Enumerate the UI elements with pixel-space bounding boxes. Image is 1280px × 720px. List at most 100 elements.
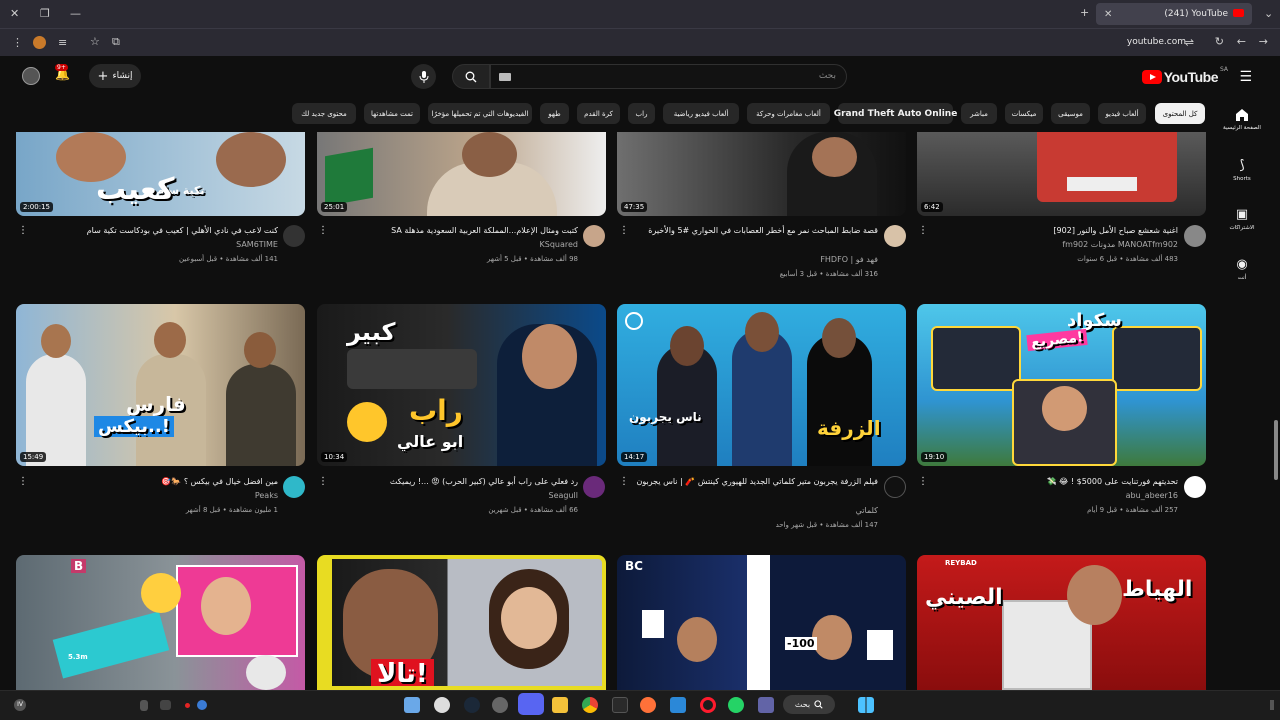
channel-avatar[interactable]	[884, 225, 906, 247]
video-thumbnail[interactable]: REYBAD الهياط الصيني	[917, 555, 1206, 690]
page-scrollbar[interactable]	[1274, 420, 1278, 480]
profile-icon[interactable]	[33, 36, 46, 49]
youtube-logo[interactable]: YouTube SA	[1141, 66, 1228, 85]
site-settings-icon[interactable]: ⇌	[1185, 37, 1194, 48]
chip-cooking[interactable]: طهو	[540, 103, 569, 124]
tab-list-icon[interactable]: ⌄	[1264, 8, 1273, 19]
video-thumbnail[interactable]: 47:35	[617, 132, 906, 216]
restore-window-icon[interactable]: ❐	[40, 8, 50, 19]
firefox-app-icon[interactable]	[640, 697, 656, 713]
photos-app-icon[interactable]	[404, 697, 420, 713]
chip-recently-uploaded[interactable]: الفيديوهات التي تم تحميلها مؤخرًا	[428, 103, 532, 124]
video-title[interactable]: تحديتهم فورتنايت على 5000$ ! 😂 💸	[930, 476, 1178, 488]
store-app-icon[interactable]	[670, 697, 686, 713]
keyboard-icon[interactable]	[499, 73, 511, 81]
settings-gear-icon[interactable]	[492, 697, 508, 713]
channel-avatar[interactable]	[583, 225, 605, 247]
video-thumbnail[interactable]: الزرفة ناس يجربون 14:17	[617, 304, 906, 466]
chip-sports-games[interactable]: ألعاب فيديو رياضية	[663, 103, 739, 124]
video-thumbnail[interactable]: كبير راب ابو عالي 10:34	[317, 304, 606, 466]
channel-name[interactable]: KSquared	[360, 240, 579, 249]
chip-music[interactable]: موسيقى	[1051, 103, 1090, 124]
back-icon[interactable]: ←	[1237, 36, 1246, 47]
chip-all[interactable]: كل المحتوى	[1155, 103, 1205, 124]
steam-app-icon[interactable]	[464, 697, 480, 713]
channel-avatar[interactable]	[583, 476, 605, 498]
voice-search-button[interactable]	[411, 64, 436, 89]
close-tab-icon[interactable]: ✕	[1104, 9, 1112, 20]
video-title[interactable]: قصة ضابط المباحث نمر مع أخطر العصابات في…	[630, 225, 878, 249]
video-title[interactable]: مين افضل خيال في بيكس ؟ 🐎🎯	[30, 476, 278, 488]
video-thumbnail[interactable]: 6:42	[917, 132, 1206, 216]
hamburger-menu-icon[interactable]: ☰	[1239, 69, 1252, 85]
discord-app-icon[interactable]	[518, 693, 544, 715]
menu-dots-icon[interactable]: ⋮	[12, 37, 23, 48]
video-thumbnail[interactable]: BC -100	[617, 555, 906, 690]
network-tray-icon[interactable]	[197, 700, 207, 710]
search-button[interactable]	[452, 64, 490, 89]
channel-name[interactable]: Peaks	[60, 491, 278, 500]
chip-video-games[interactable]: ألعاب فيديو	[1098, 103, 1146, 124]
more-options-icon[interactable]: ⋮	[619, 225, 629, 236]
chip-mixes[interactable]: ميكسات	[1005, 103, 1043, 124]
reload-icon[interactable]: ↻	[1215, 36, 1224, 47]
channel-name[interactable]: SAM6TIME	[60, 240, 278, 249]
more-options-icon[interactable]: ⋮	[619, 476, 629, 487]
sidebar-item-you[interactable]: ◉ أنت	[1212, 257, 1272, 281]
search-input[interactable]: بحث	[490, 64, 847, 89]
chip-rap[interactable]: راب	[628, 103, 655, 124]
teams-app-icon[interactable]	[758, 697, 774, 713]
account-avatar[interactable]	[22, 67, 40, 85]
channel-name[interactable]: MANOATfm902 مدونات fm902	[960, 240, 1178, 249]
video-thumbnail[interactable]: تالا!	[317, 555, 606, 690]
video-thumbnail[interactable]: 25:01	[317, 132, 606, 216]
sidebar-item-home[interactable]: الصفحة الرئيسية	[1212, 108, 1272, 131]
url-text[interactable]: youtube.com	[1127, 37, 1186, 47]
notification-center-icon[interactable]: IV	[14, 699, 26, 711]
channel-avatar[interactable]	[1184, 476, 1206, 498]
channel-avatar[interactable]	[1184, 225, 1206, 247]
video-thumbnail[interactable]: 5.3m B	[16, 555, 305, 690]
close-window-icon[interactable]: ✕	[10, 8, 19, 19]
channel-avatar[interactable]	[283, 225, 305, 247]
create-button[interactable]: + إنشاء	[89, 64, 141, 88]
channel-name[interactable]: abu_abeer16	[960, 491, 1178, 500]
reader-icon[interactable]: ≡	[58, 37, 67, 48]
microphone-tray-icon[interactable]	[140, 700, 148, 711]
taskbar-search[interactable]: بحث	[783, 695, 835, 714]
show-desktop-icon[interactable]	[1270, 700, 1274, 710]
chip-gta-online[interactable]: Grand Theft Auto Online	[834, 103, 957, 124]
more-options-icon[interactable]: ⋮	[18, 476, 28, 487]
more-options-icon[interactable]: ⋮	[318, 225, 328, 236]
video-title[interactable]: كنت لاعب في نادي الأهلي | كعيب في بودكاس…	[30, 225, 278, 237]
record-tray-icon[interactable]	[185, 703, 190, 708]
bookmark-star-icon[interactable]: ☆	[90, 36, 100, 47]
channel-name[interactable]: فهد فو | FHDFO	[660, 255, 878, 264]
sidebar-item-subscriptions[interactable]: ▣ الاشتراكات	[1212, 207, 1272, 231]
channel-name[interactable]: كلماتي	[660, 506, 878, 515]
windows-start-icon[interactable]	[858, 697, 874, 713]
new-tab-icon[interactable]: +	[1080, 7, 1089, 18]
video-thumbnail[interactable]: تكية سام كعيب 2:00:15	[16, 132, 305, 216]
chip-new-to-you[interactable]: محتوى جديد لك	[292, 103, 356, 124]
app-icon[interactable]	[612, 697, 628, 713]
chip-live[interactable]: مباشر	[961, 103, 997, 124]
video-title[interactable]: فيلم الزرفة يجربون متير كلماتي الجديد لل…	[630, 476, 878, 500]
channel-avatar[interactable]	[283, 476, 305, 498]
chip-watched[interactable]: تمت مشاهدتها	[364, 103, 420, 124]
channel-name[interactable]: Seagull	[360, 491, 579, 500]
opera-app-icon[interactable]	[700, 697, 716, 713]
minimize-window-icon[interactable]: —	[70, 8, 81, 19]
notifications-button[interactable]: 🔔 9+	[55, 64, 70, 81]
video-thumbnail[interactable]: فارس بيكس..! 15:49	[16, 304, 305, 466]
chip-action-adventure[interactable]: ألعاب مغامرات وحركة	[747, 103, 830, 124]
whatsapp-app-icon[interactable]	[728, 697, 744, 713]
tray-icon[interactable]	[160, 700, 171, 710]
sidebar-item-shorts[interactable]: ⟆ Shorts	[1212, 158, 1272, 182]
video-title[interactable]: رد فعلي على راب أبو عالي (كبير الحرب) 😡 …	[330, 476, 578, 488]
video-title[interactable]: كتبت ومثال الإعلام...المملكة العربية الس…	[330, 225, 578, 237]
chip-football[interactable]: كرة القدم	[577, 103, 620, 124]
channel-avatar[interactable]	[884, 476, 906, 498]
chrome-app-icon[interactable]	[582, 697, 598, 713]
more-options-icon[interactable]: ⋮	[918, 476, 928, 487]
